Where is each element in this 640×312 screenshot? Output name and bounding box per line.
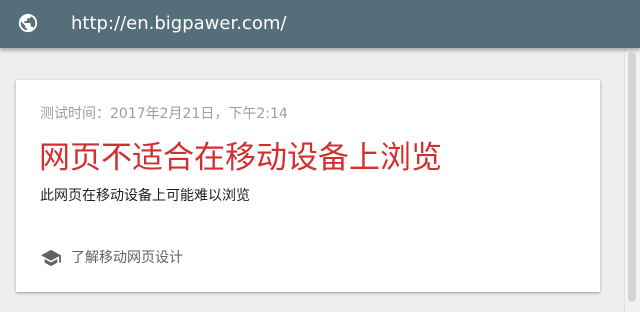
scrollbar-thumb[interactable] bbox=[628, 52, 636, 302]
learn-mobile-design-link[interactable]: 了解移动网页设计 bbox=[40, 246, 183, 270]
vertical-scrollbar[interactable] bbox=[624, 48, 640, 312]
url-text[interactable]: http://en.bigpawer.com/ bbox=[71, 11, 286, 37]
globe-icon bbox=[18, 13, 38, 33]
result-title: 网页不适合在移动设备上浏览 bbox=[39, 140, 442, 176]
graduation-cap-icon bbox=[41, 249, 61, 267]
address-bar: http://en.bigpawer.com/ bbox=[0, 0, 640, 48]
test-timestamp: 测试时间：2017年2月21日，下午2:14 bbox=[40, 106, 288, 122]
mobile-friendly-result-card: 测试时间：2017年2月21日，下午2:14 网页不适合在移动设备上浏览 此网页… bbox=[16, 80, 600, 292]
result-description: 此网页在移动设备上可能难以浏览 bbox=[40, 188, 250, 204]
learn-link-label: 了解移动网页设计 bbox=[71, 250, 183, 266]
